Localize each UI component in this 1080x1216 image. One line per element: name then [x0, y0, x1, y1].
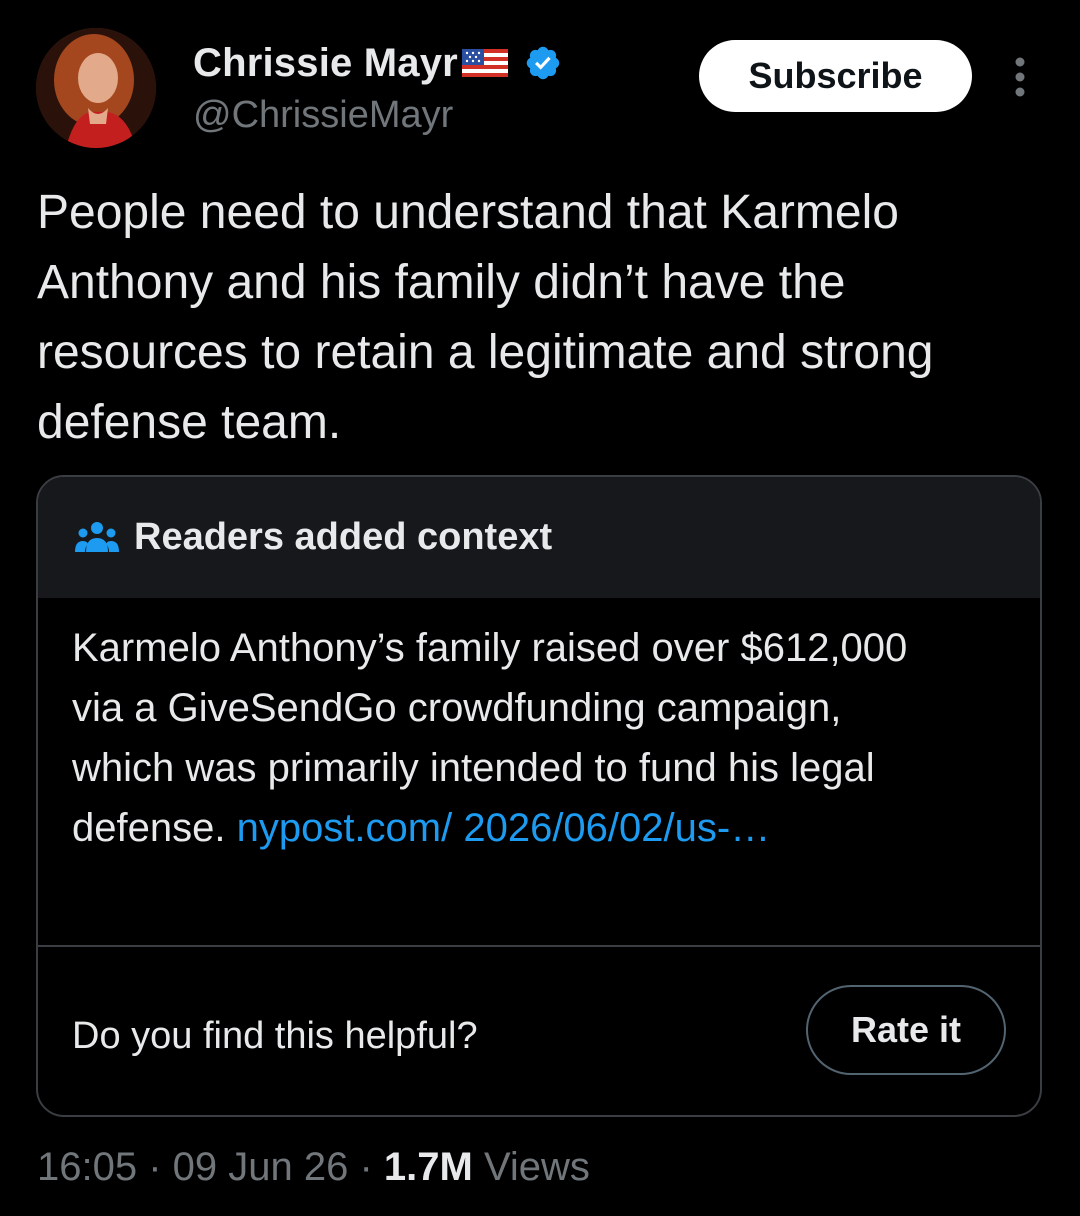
subscribe-button[interactable]: Subscribe: [699, 40, 972, 112]
author-name-row[interactable]: Chrissie Mayr: [193, 38, 562, 88]
views-label: Views: [472, 1145, 590, 1189]
meta-separator: ·: [348, 1145, 384, 1189]
community-note-title: Readers added context: [134, 516, 553, 558]
community-note-header: Readers added context: [38, 477, 1040, 598]
community-note-card[interactable]: Readers added context Karmelo Anthony’s …: [36, 475, 1042, 1117]
community-note-text-block: Karmelo Anthony’s family raised over $61…: [72, 618, 952, 858]
verified-badge-icon[interactable]: [524, 44, 562, 82]
more-options-icon[interactable]: [1008, 56, 1032, 98]
rate-it-button[interactable]: Rate it: [806, 985, 1006, 1075]
community-note-source-link[interactable]: nypost.com/ 2026/06/02/us-…: [237, 806, 771, 850]
community-note-body: Karmelo Anthony’s family raised over $61…: [38, 598, 1040, 947]
helpful-question: Do you find this helpful?: [72, 1015, 478, 1057]
meta-separator: ·: [137, 1145, 173, 1189]
tweet-time[interactable]: 16:05: [37, 1145, 137, 1190]
author-handle[interactable]: @ChrissieMayr: [193, 94, 453, 137]
avatar[interactable]: [36, 28, 156, 148]
views-count[interactable]: 1.7M: [384, 1145, 473, 1190]
tweet-date[interactable]: 09 Jun 26: [173, 1145, 349, 1190]
tweet-text: People need to understand that Karmelo A…: [37, 186, 934, 449]
tweet-meta: 16:05 · 09 Jun 26 · 1.7M Views: [37, 1145, 590, 1190]
helpful-row: Do you find this helpful? Rate it: [38, 947, 1040, 1115]
author-display-name[interactable]: Chrissie Mayr: [193, 41, 458, 86]
us-flag-icon: [460, 45, 510, 81]
people-icon: [72, 518, 122, 558]
